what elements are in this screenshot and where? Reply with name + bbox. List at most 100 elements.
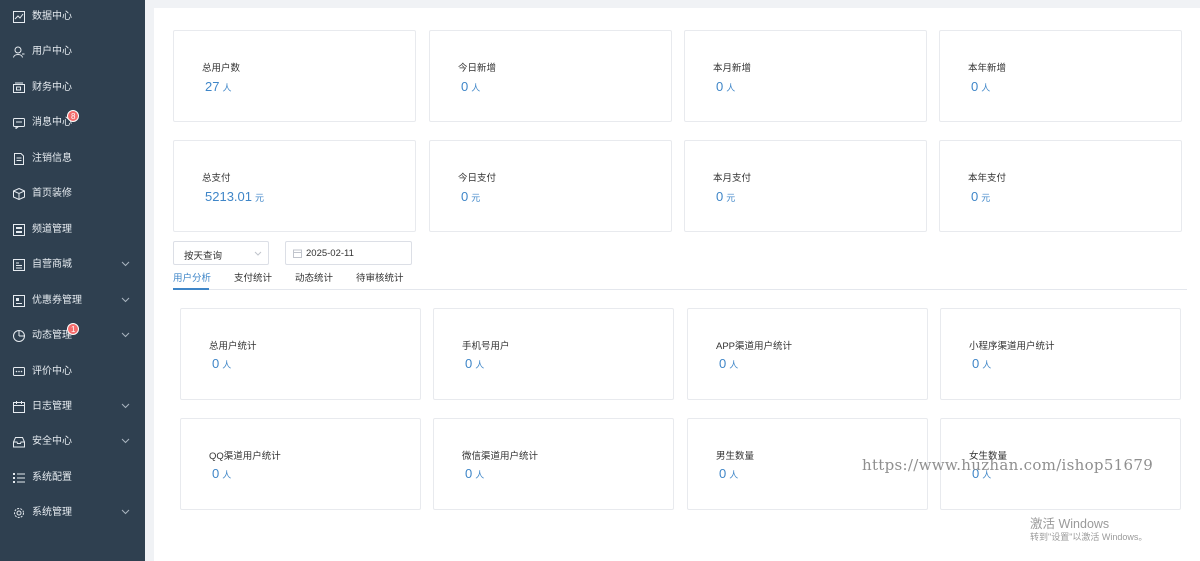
unread-badge: 1 <box>67 323 80 335</box>
stat-title: 总用户统计 <box>209 341 257 352</box>
sidebar-item-finance-center[interactable]: 财务中心 <box>0 73 145 103</box>
active-tab-indicator <box>173 288 209 290</box>
sidebar-item-message-center[interactable]: 消息中心 8 <box>0 108 145 138</box>
sidebar-item-home-decoration[interactable]: 首页装修 <box>0 179 145 209</box>
sidebar-item-coupon-management[interactable]: 优惠券管理 <box>0 286 145 316</box>
stat-title: 手机号用户 <box>462 341 510 352</box>
list-icon <box>13 473 25 483</box>
chevron-down-icon <box>254 251 262 256</box>
calendar-icon <box>293 249 302 258</box>
sidebar-item-label: 日志管理 <box>32 401 72 412</box>
sidebar-item-label: 系统配置 <box>32 472 72 483</box>
sidebar-item-user-center[interactable]: 用户中心 <box>0 37 145 67</box>
stat-value: 0人 <box>972 356 992 371</box>
stat-value: 0元 <box>461 189 481 204</box>
inbox-icon <box>13 437 25 448</box>
chevron-down-icon <box>121 261 130 267</box>
wallet-icon <box>13 82 25 93</box>
stat-title: 男生数量 <box>716 451 755 462</box>
sidebar-item-channel-management[interactable]: 频道管理 <box>0 215 145 245</box>
channel-icon <box>13 224 25 236</box>
sidebar-item-label: 用户中心 <box>32 46 72 57</box>
sidebar-item-system-config[interactable]: 系统配置 <box>0 463 145 493</box>
activate-windows-subtitle: 转到"设置"以激活 Windows。 <box>1030 532 1148 542</box>
chevron-down-icon <box>121 297 130 303</box>
sidebar-item-review-center[interactable]: 评价中心 <box>0 357 145 387</box>
pie-icon <box>13 330 25 342</box>
stat-card-year-pay: 本年支付 0元 <box>939 140 1182 232</box>
stat-card-month-pay: 本月支付 0元 <box>684 140 927 232</box>
chevron-down-icon <box>121 438 130 444</box>
stat-card-today-pay: 今日支付 0元 <box>429 140 672 232</box>
tab-user-analysis[interactable]: 用户分析 <box>173 270 211 284</box>
gear-icon <box>14 508 24 518</box>
analysis-card-total-users: 总用户统计 0人 <box>180 308 421 400</box>
sidebar-item-security-center[interactable]: 安全中心 <box>0 427 145 457</box>
analysis-card-app-users: APP渠道用户统计 0人 <box>687 308 928 400</box>
user-icon <box>13 46 25 58</box>
stat-value: 0人 <box>212 466 232 481</box>
tab-dynamic-stats[interactable]: 动态统计 <box>295 270 333 284</box>
watermark-text: https://www.huzhan.com/ishop51679 <box>862 456 1154 474</box>
chevron-down-icon <box>121 332 130 338</box>
stat-value: 0人 <box>719 466 739 481</box>
document-icon <box>14 153 24 165</box>
message-icon <box>13 118 25 129</box>
tab-payment-stats[interactable]: 支付统计 <box>234 270 272 284</box>
sidebar-item-self-operated-mall[interactable]: 自营商城 <box>0 250 145 280</box>
stat-value: 27 人 <box>205 79 232 94</box>
sidebar-item-label: 消息中心 <box>32 117 72 128</box>
chevron-down-icon <box>121 509 130 515</box>
stat-value: 0人 <box>716 79 736 94</box>
stat-value: 0人 <box>719 356 739 371</box>
shop-icon <box>13 259 25 271</box>
stat-value: 0人 <box>465 356 485 371</box>
stat-value: 0元 <box>716 189 736 204</box>
sidebar-item-log-management[interactable]: 日志管理 <box>0 392 145 422</box>
sidebar-item-label: 优惠券管理 <box>32 295 82 306</box>
sidebar-item-label: 评价中心 <box>32 366 72 377</box>
analysis-card-miniprogram-users: 小程序渠道用户统计 0人 <box>940 308 1181 400</box>
stat-value: 0人 <box>212 356 232 371</box>
stat-title: 本年支付 <box>968 173 1007 184</box>
date-picker[interactable]: 2025-02-11 <box>285 241 412 265</box>
analysis-card-qq-users: QQ渠道用户统计 0人 <box>180 418 421 510</box>
query-mode-select[interactable]: 按天查询 <box>173 241 269 265</box>
sidebar-item-label: 财务中心 <box>32 82 72 93</box>
stat-title: 今日新增 <box>458 63 497 74</box>
analysis-card-phone-users: 手机号用户 0人 <box>433 308 674 400</box>
stat-title: 总支付 <box>202 173 231 184</box>
stat-card-month-new: 本月新增 0人 <box>684 30 927 122</box>
tab-pending-review-stats[interactable]: 待审核统计 <box>356 270 404 284</box>
stat-card-today-new: 今日新增 0人 <box>429 30 672 122</box>
unread-badge: 8 <box>67 110 80 122</box>
chevron-down-icon <box>121 403 130 409</box>
sidebar-item-cancellation-info[interactable]: 注销信息 <box>0 144 145 174</box>
sidebar-item-label: 系统管理 <box>32 507 72 518</box>
sidebar-item-label: 首页装修 <box>32 188 72 199</box>
tabs-divider <box>173 289 1187 290</box>
stat-title: 微信渠道用户统计 <box>462 451 539 462</box>
stat-title: 本月支付 <box>713 173 752 184</box>
sidebar-item-label: 自营商城 <box>32 259 72 270</box>
coupon-icon <box>13 295 25 307</box>
stat-value: 5213.01 元 <box>205 189 265 204</box>
sidebar-item-system-management[interactable]: 系统管理 <box>0 498 145 528</box>
stat-value: 0元 <box>971 189 991 204</box>
stat-title: 今日支付 <box>458 173 497 184</box>
sidebar-item-label: 动态管理 <box>32 330 72 341</box>
date-value: 2025-02-11 <box>306 248 354 259</box>
stat-card-year-new: 本年新增 0人 <box>939 30 1182 122</box>
sidebar: 数据中心 用户中心 财务中心 消息中心 8 注销信息 首页装修 频道管理 自营商… <box>0 0 145 561</box>
stat-title: 总用户数 <box>202 63 241 74</box>
stat-value: 0人 <box>465 466 485 481</box>
stat-title: 本月新增 <box>713 63 752 74</box>
query-mode-value: 按天查询 <box>184 251 223 262</box>
stat-title: QQ渠道用户统计 <box>209 451 281 462</box>
sidebar-item-data-center[interactable]: 数据中心 <box>0 2 145 32</box>
sidebar-item-label: 频道管理 <box>32 224 72 235</box>
sidebar-item-dynamic-management[interactable]: 动态管理 1 <box>0 321 145 351</box>
comment-icon <box>13 367 25 376</box>
stat-value: 0人 <box>971 79 991 94</box>
sidebar-item-label: 数据中心 <box>32 11 72 22</box>
